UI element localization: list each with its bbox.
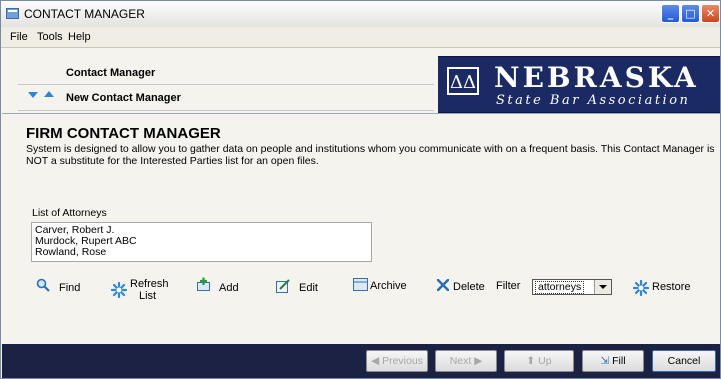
- fill-icon: ⇲: [600, 355, 613, 367]
- chevron-left-icon: ◀: [371, 355, 383, 367]
- attorney-list[interactable]: Carver, Robert J. Murdock, Rupert ABC Ro…: [31, 222, 372, 262]
- refresh-icon: [111, 282, 127, 298]
- restore-label: Restore: [652, 281, 691, 293]
- page-title: FIRM CONTACT MANAGER: [26, 125, 221, 142]
- nav-divider: [18, 84, 434, 85]
- previous-button[interactable]: ◀ Previous: [366, 350, 428, 372]
- archive-label: Archive: [370, 280, 407, 292]
- page-description: System is designed to allow you to gathe…: [26, 143, 715, 167]
- bottom-bar: ◀ Previous Next ▶ ⬆ Up ⇲ Fill Cancel: [2, 344, 720, 378]
- arrow-up-icon[interactable]: [44, 91, 54, 97]
- menu-file[interactable]: File: [10, 31, 28, 43]
- nav-item-new-contact-manager[interactable]: New Contact Manager: [66, 92, 181, 104]
- scales-icon: ΔΔ: [447, 67, 479, 95]
- logo-subtitle: State Bar Association: [496, 93, 691, 108]
- filter-label: Filter: [496, 280, 521, 292]
- arrow-up-icon: ⬆: [526, 355, 539, 367]
- app-icon: [6, 8, 19, 19]
- restore-icon: [633, 280, 649, 296]
- chevron-right-icon: ▶: [471, 355, 483, 367]
- refresh-label-line2: List: [139, 290, 157, 302]
- up-label: Up: [538, 355, 552, 367]
- edit-icon: [276, 279, 290, 293]
- menu-help[interactable]: Help: [68, 31, 91, 43]
- refresh-label-line1: Refresh: [130, 278, 169, 290]
- filter-value: attorneys: [535, 281, 585, 294]
- title-bar[interactable]: CONTACT MANAGER _ □ ✕: [1, 1, 720, 28]
- menu-bar: File Tools Help: [1, 27, 720, 48]
- header-divider: [2, 113, 720, 114]
- filter-select[interactable]: attorneys: [532, 279, 612, 295]
- edit-label: Edit: [299, 282, 318, 294]
- nebraska-bar-logo: ΔΔ NEBRASKA State Bar Association: [438, 56, 720, 113]
- app-window: CONTACT MANAGER _ □ ✕ File Tools Help Co…: [0, 0, 721, 379]
- logo-title: NEBRASKA: [494, 61, 699, 94]
- cancel-label: Cancel: [667, 355, 701, 367]
- navigation-panel: Contact Manager New Contact Manager: [14, 59, 434, 111]
- chevron-down-icon[interactable]: [594, 280, 611, 294]
- window-title: CONTACT MANAGER: [24, 7, 145, 21]
- previous-label: Previous: [382, 355, 423, 367]
- up-button[interactable]: ⬆ Up: [504, 350, 574, 372]
- attorney-list-label: List of Attorneys: [32, 207, 107, 219]
- minimize-button[interactable]: _: [661, 4, 680, 23]
- nav-item-contact-manager[interactable]: Contact Manager: [66, 67, 155, 79]
- menu-tools[interactable]: Tools: [37, 31, 63, 43]
- delete-label: Delete: [453, 281, 485, 293]
- cancel-button[interactable]: Cancel: [652, 350, 716, 372]
- next-button[interactable]: Next ▶: [435, 350, 497, 372]
- maximize-button[interactable]: □: [681, 4, 700, 23]
- close-button[interactable]: ✕: [701, 4, 720, 23]
- find-label: Find: [59, 282, 81, 294]
- magnifier-icon: [36, 278, 50, 292]
- nav-divider: [18, 110, 434, 111]
- add-label: Add: [219, 282, 239, 294]
- add-icon: [197, 277, 210, 291]
- fill-button[interactable]: ⇲ Fill: [582, 350, 644, 372]
- delete-icon: [437, 279, 449, 291]
- next-label: Next: [449, 355, 472, 367]
- arrow-down-icon[interactable]: [28, 92, 38, 98]
- fill-label: Fill: [612, 355, 626, 367]
- archive-icon: [353, 278, 368, 291]
- list-item[interactable]: Rowland, Rose: [35, 247, 368, 258]
